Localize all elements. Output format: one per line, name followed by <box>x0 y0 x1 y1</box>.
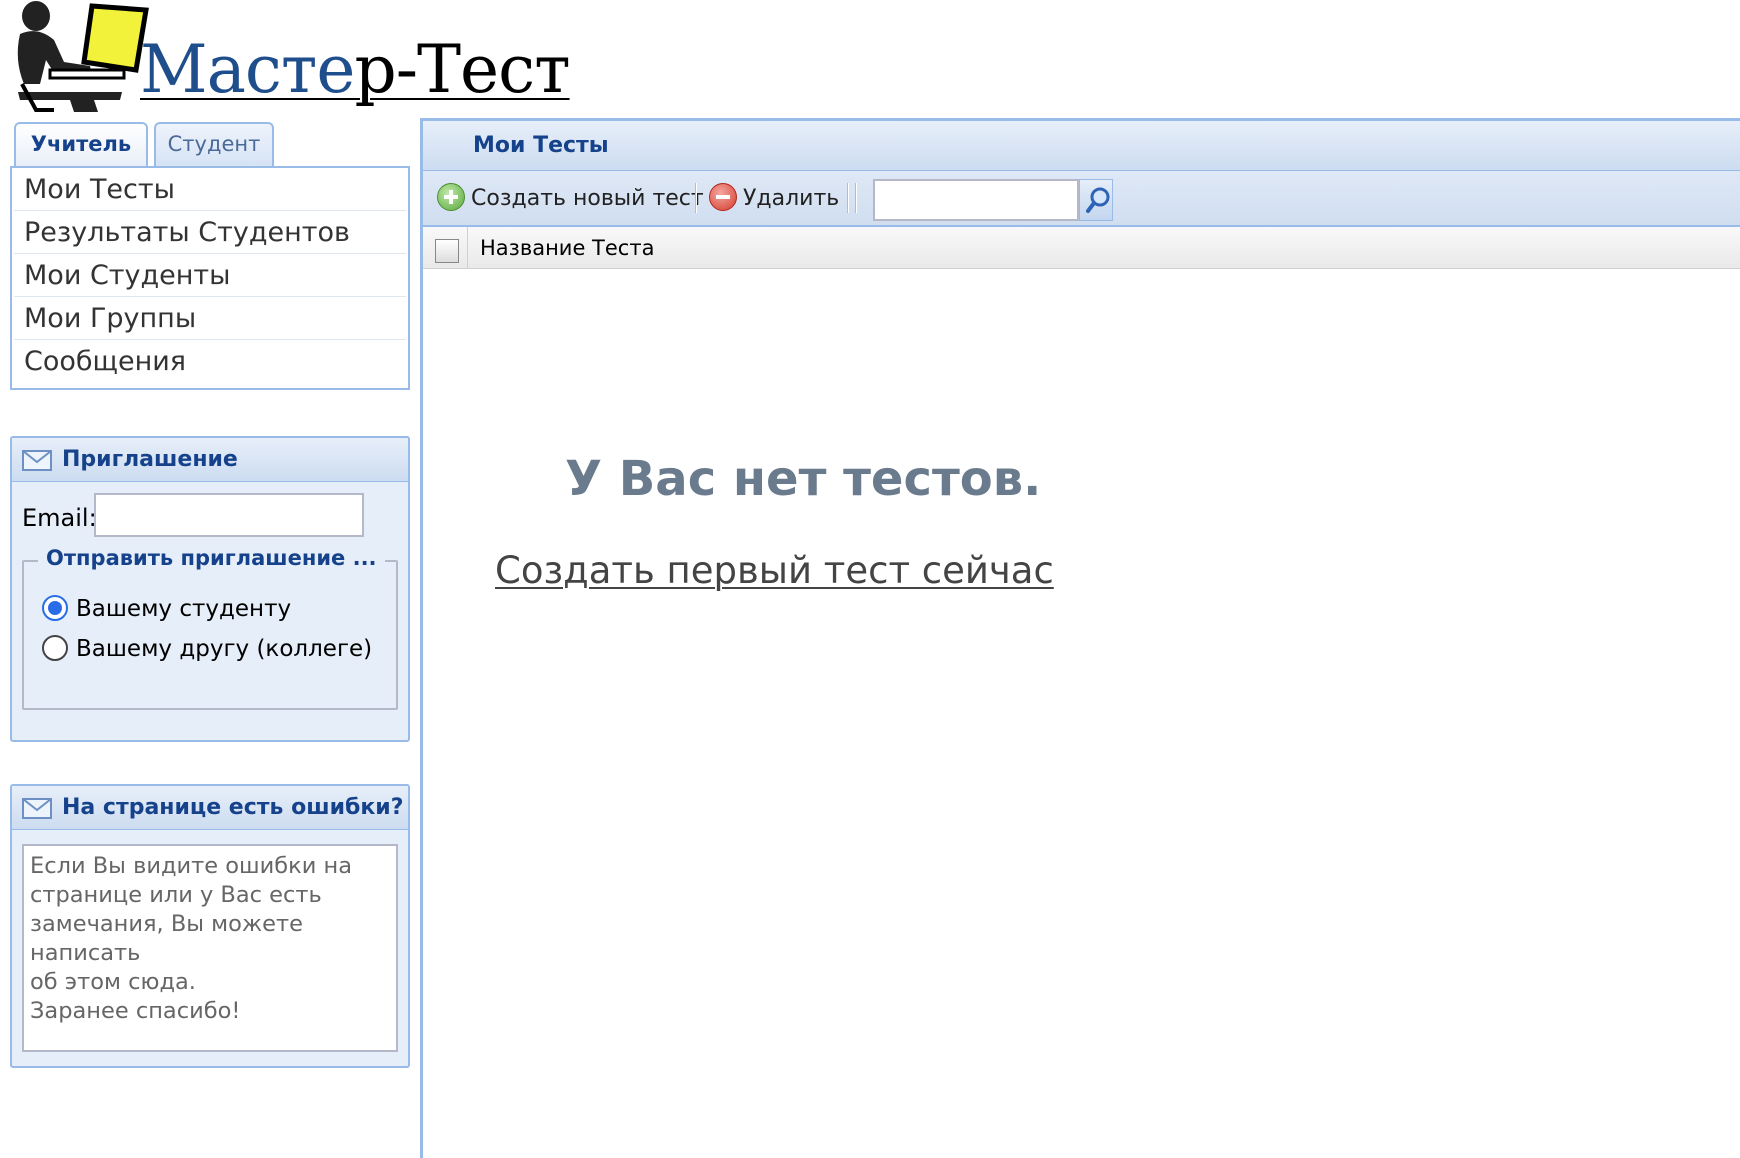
feedback-panel-header: На странице есть ошибки? <box>12 786 408 830</box>
radio-button-student[interactable] <box>42 594 68 621</box>
create-first-test-link[interactable]: Создать первый тест сейчас <box>495 549 1054 592</box>
radio-label-student[interactable]: Вашему студенту <box>76 596 291 622</box>
email-label: Email: <box>22 504 97 532</box>
toolbar-separator <box>847 183 849 213</box>
empty-state-message: У Вас нет тестов. <box>565 451 1042 507</box>
radio-label-colleague[interactable]: Вашему другу (коллеге) <box>76 636 372 662</box>
site-title-part-black[interactable]: р-Тест <box>354 31 570 108</box>
main-panel: Мои Тесты Создать новый тест Удалить Наз… <box>420 118 1740 1158</box>
search-input[interactable] <box>873 179 1079 221</box>
feedback-panel-title: На странице есть ошибки? <box>62 795 404 820</box>
sidebar-nav: Мои Тесты Результаты Студентов Мои Студе… <box>10 166 410 390</box>
invite-recipient-legend: Отправить приглашение ... <box>38 546 385 570</box>
toolbar: Создать новый тест Удалить <box>423 171 1740 227</box>
sidebar-item-messages[interactable]: Сообщения <box>14 340 406 383</box>
sidebar-item-my-students[interactable]: Мои Студенты <box>14 254 406 297</box>
toolbar-separator <box>695 183 697 213</box>
invite-panel: Приглашение Email: Отправить приглашение… <box>10 436 410 742</box>
main-panel-header: Мои Тесты <box>423 121 1740 171</box>
toolbar-separator <box>855 183 857 213</box>
sidebar-item-my-tests[interactable]: Мои Тесты <box>14 168 406 211</box>
feedback-panel: На странице есть ошибки? Если Вы видите … <box>10 784 410 1068</box>
radio-option-student[interactable]: Вашему студенту <box>42 594 291 624</box>
envelope-icon <box>22 798 52 819</box>
invite-panel-title: Приглашение <box>62 447 238 472</box>
search-button[interactable] <box>1079 179 1113 221</box>
envelope-icon <box>22 450 52 471</box>
main-panel-title: Мои Тесты <box>473 133 609 158</box>
search-icon <box>1086 187 1110 213</box>
radio-option-colleague[interactable]: Вашему другу (коллеге) <box>42 634 372 664</box>
header: Мастер-Тест <box>0 0 600 115</box>
grid-column-separator <box>467 227 468 269</box>
radio-button-colleague[interactable] <box>42 634 68 661</box>
delete-label[interactable]: Удалить <box>743 186 839 211</box>
tab-teacher[interactable]: Учитель <box>14 122 148 168</box>
site-title-part-blue[interactable]: Масте <box>140 31 355 108</box>
sidebar-item-student-results[interactable]: Результаты Студентов <box>14 211 406 254</box>
create-test-label[interactable]: Создать новый тест <box>471 186 704 211</box>
invite-recipient-group: Отправить приглашение ... Вашему студент… <box>22 546 398 710</box>
create-test-button[interactable]: Создать новый тест <box>437 183 704 215</box>
email-field[interactable] <box>94 493 364 537</box>
remove-icon <box>709 183 737 211</box>
feedback-textarea[interactable]: Если Вы видите ошибки на странице или у … <box>22 844 398 1052</box>
select-all-checkbox[interactable] <box>435 239 459 263</box>
grid-header: Название Теста <box>423 227 1740 269</box>
add-icon <box>437 183 465 211</box>
invite-panel-header: Приглашение <box>12 438 408 482</box>
site-title-link[interactable]: Мастер-Тест <box>140 30 571 110</box>
delete-button[interactable]: Удалить <box>709 183 839 215</box>
logo-image <box>17 1 149 112</box>
tab-student[interactable]: Студент <box>154 122 274 166</box>
sidebar-item-my-groups[interactable]: Мои Группы <box>14 297 406 340</box>
column-header-test-name[interactable]: Название Теста <box>480 227 654 269</box>
